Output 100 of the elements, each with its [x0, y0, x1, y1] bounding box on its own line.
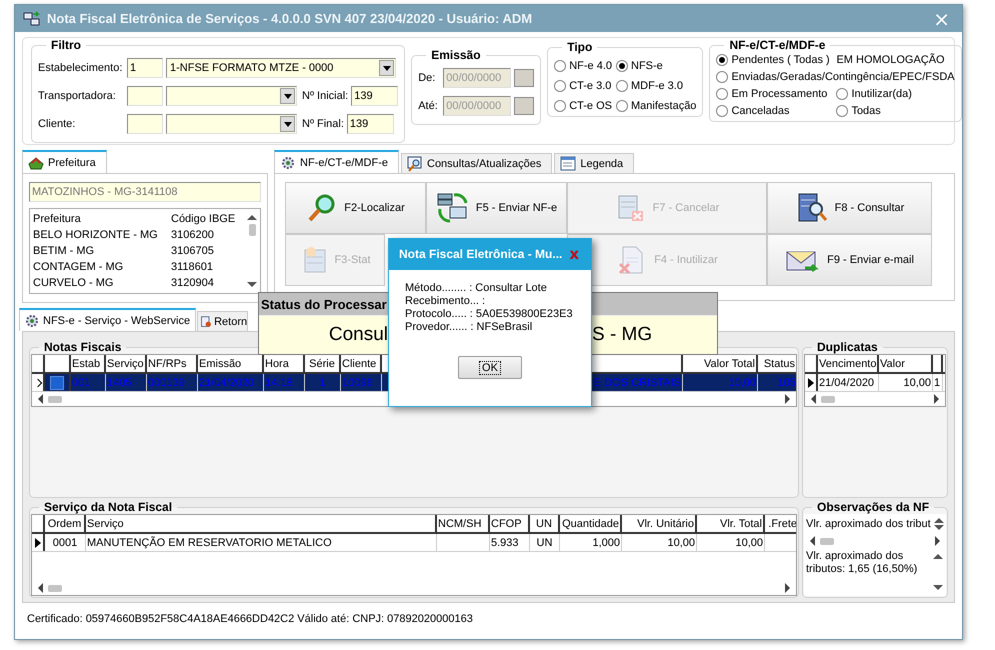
- observation-text: Vlr. aproximado dos tributos: 1,65 (16,50%): [806, 550, 918, 577]
- radio-button[interactable]: [716, 88, 728, 100]
- radio-button[interactable]: [836, 88, 848, 100]
- table-cell: MANUTENÇÃO EM RESERVATORIO METALICO: [86, 534, 437, 551]
- field-label: De:: [418, 72, 436, 84]
- radio-label: NF-e 4.0: [569, 60, 612, 72]
- column-header[interactable]: Status: [758, 355, 796, 372]
- action-button[interactable]: F8 - Consultar: [767, 182, 932, 234]
- server-sync-icon: [436, 191, 470, 225]
- calendar-button[interactable]: [514, 97, 534, 115]
- table-cell: 1,000: [560, 534, 622, 551]
- list-item[interactable]: BELO HORIZONTE - MG: [33, 229, 171, 241]
- number-field[interactable]: 139: [346, 114, 394, 134]
- table-cell: 10,00: [879, 374, 933, 391]
- radio-button[interactable]: [836, 105, 848, 117]
- field-label: Nº Final:: [302, 118, 344, 130]
- radio-label: Em Processamento: [731, 88, 828, 100]
- document-icon: [200, 314, 212, 330]
- group-title: Duplicatas: [816, 340, 879, 354]
- radio-label: NFS-e: [631, 60, 663, 72]
- code-field[interactable]: 1: [127, 58, 163, 78]
- column-header[interactable]: Quantidade: [560, 515, 622, 532]
- radio-button[interactable]: [554, 60, 566, 72]
- column-header: Prefeitura: [33, 213, 82, 225]
- group-title: Tipo: [566, 40, 594, 54]
- group-title: Serviço da Nota Fiscal: [43, 500, 174, 514]
- radio-label: Inutilizar(da): [851, 88, 912, 100]
- column-header[interactable]: Vlr. Unitário: [622, 515, 697, 532]
- radio-button[interactable]: [716, 54, 728, 66]
- observation-dropdown[interactable]: Vlr. aproximado dos tribut: [804, 514, 946, 534]
- table-cell: 0001: [45, 534, 86, 551]
- search-icon: [407, 156, 423, 172]
- table-cell: 001: [71, 374, 106, 391]
- code-field[interactable]: [127, 114, 163, 134]
- ok-button[interactable]: OK: [458, 356, 522, 379]
- field-label: Cliente:: [38, 118, 76, 130]
- tab[interactable]: Consultas/Atualizações: [401, 153, 552, 173]
- tab[interactable]: Legenda: [554, 153, 634, 173]
- field-label: Até:: [418, 100, 439, 112]
- code-field[interactable]: [127, 86, 163, 106]
- calendar-button[interactable]: [514, 69, 534, 87]
- column-header: Código IBGE: [171, 213, 236, 225]
- column-header[interactable]: Serviço: [86, 515, 437, 532]
- tab[interactable]: NF-e/CT-e/MDF-e: [274, 150, 399, 173]
- column-header[interactable]: Vencimento: [818, 355, 879, 372]
- column-header[interactable]: NCM/SH: [437, 515, 490, 532]
- column-header[interactable]: Valor: [879, 355, 933, 372]
- column-header[interactable]: Serviço: [106, 355, 147, 372]
- city-field[interactable]: MATOZINHOS - MG-3141108: [29, 182, 261, 202]
- list-item[interactable]: CONTAGEM - MG: [33, 261, 171, 273]
- carrier-dropdown[interactable]: [166, 86, 297, 106]
- table-cell: 1: [305, 374, 341, 391]
- number-field[interactable]: 139: [351, 86, 398, 106]
- list-item[interactable]: CURVELO - MG: [33, 277, 171, 289]
- radio-button[interactable]: [554, 100, 566, 112]
- radio-button[interactable]: [716, 71, 728, 83]
- action-button[interactable]: F2-Localizar: [285, 182, 426, 234]
- certificate-info: Certificado: 05974660B952F58C4A18AE4666DD42C2 Válido até: CNPJ: 07892020000163: [27, 613, 473, 625]
- column-header[interactable]: Ordem: [45, 515, 86, 532]
- list-cell: 3106200: [171, 229, 214, 241]
- tab[interactable]: Prefeitura: [22, 150, 107, 173]
- radio-button[interactable]: [616, 100, 628, 112]
- group-title: Notas Fiscais: [43, 340, 122, 354]
- radio-label: CT-e 3.0: [569, 80, 612, 92]
- table-cell: 000139: [147, 374, 198, 391]
- table-cell: 14:18: [264, 374, 305, 391]
- list-cell: 3106705: [171, 245, 214, 257]
- action-button[interactable]: F5 - Enviar NF-e: [426, 182, 567, 234]
- window-icon: [560, 156, 576, 172]
- column-header[interactable]: CFOP: [490, 515, 530, 532]
- column-header[interactable]: Estab: [71, 355, 106, 372]
- table-cell: 10,00: [622, 534, 697, 551]
- column-header[interactable]: Vlr. Total: [697, 515, 765, 532]
- message-line: Recebimento... :: [405, 295, 486, 308]
- panel-title: Status do Processar: [261, 296, 387, 312]
- radio-label: MDF-e 3.0: [631, 80, 683, 92]
- action-button[interactable]: F9 - Enviar e-mail: [767, 234, 932, 286]
- dialog-title: Nota Fiscal Eletrônica - Mu...: [399, 247, 564, 261]
- radio-button[interactable]: [716, 105, 728, 117]
- tab[interactable]: Retorn: [197, 311, 248, 331]
- radio-button[interactable]: [616, 80, 628, 92]
- list-cell: 3120904: [171, 277, 214, 289]
- tab[interactable]: NFS-e - Serviço - WebService: [19, 308, 196, 331]
- list-cell: 3118601: [171, 261, 214, 273]
- column-header[interactable]: UN: [530, 515, 560, 532]
- field-label: Transportadora:: [38, 90, 117, 102]
- list-item[interactable]: BETIM - MG: [33, 245, 171, 257]
- radio-label: Todas: [851, 105, 881, 117]
- environment-label: EM HOMOLOGAÇÃO: [836, 54, 946, 66]
- column-header[interactable]: NF/RPs: [147, 355, 198, 372]
- table-cell: 1: [933, 374, 943, 391]
- establishment-dropdown[interactable]: 1-NFSE FORMATO MTZE - 0000: [166, 58, 396, 78]
- client-dropdown[interactable]: [166, 114, 297, 134]
- message-line: Método........ : Consultar Lote: [405, 282, 548, 295]
- table-cell: 5.933: [490, 534, 530, 551]
- table-cell: 21/04/2020: [198, 374, 264, 391]
- status-message: Consul: [328, 324, 388, 346]
- radio-button[interactable]: [554, 80, 566, 92]
- status-message: S - MG: [592, 324, 652, 346]
- radio-button[interactable]: [616, 60, 628, 72]
